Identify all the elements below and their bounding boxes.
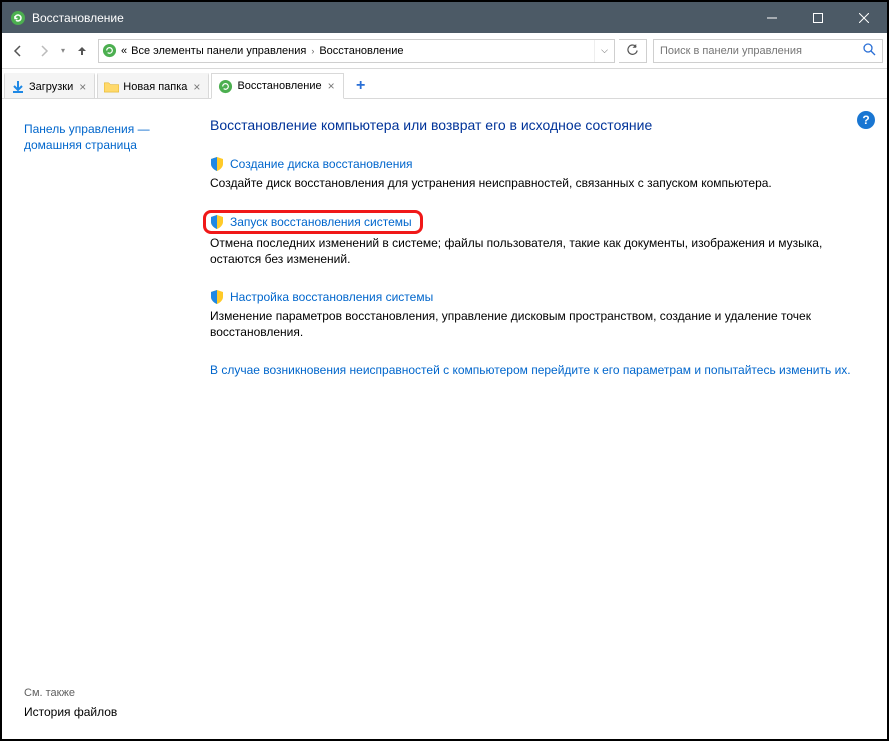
pc-settings-link[interactable]: В случае возникновения неисправностей с … — [210, 362, 859, 378]
tab-close-icon[interactable]: × — [326, 79, 337, 93]
address-dropdown[interactable]: ⌵ — [594, 40, 614, 62]
search-input[interactable] — [660, 45, 862, 57]
tab-label: Восстановление — [237, 80, 321, 92]
option-create-recovery-drive: Создание диска восстановления Создайте д… — [210, 157, 859, 191]
help-icon[interactable]: ? — [857, 111, 875, 129]
new-tab-button[interactable]: + — [346, 73, 376, 98]
option-description: Создайте диск восстановления для устране… — [210, 175, 859, 191]
option-configure-restore: Настройка восстановления системы Изменен… — [210, 290, 859, 340]
breadcrumb-prefix[interactable]: « — [119, 45, 129, 57]
configure-restore-link[interactable]: Настройка восстановления системы — [230, 290, 433, 304]
up-button[interactable] — [70, 39, 94, 63]
recovery-icon — [218, 79, 233, 94]
address-bar[interactable]: « Все элементы панели управления › Восст… — [98, 39, 615, 63]
shield-icon — [210, 290, 224, 304]
navbar: ▾ « Все элементы панели управления › Вос… — [2, 33, 887, 69]
tab-downloads[interactable]: Загрузки × — [4, 73, 95, 98]
close-button[interactable] — [841, 2, 887, 33]
download-icon — [11, 80, 25, 94]
option-system-restore: Запуск восстановления системы Отмена пос… — [210, 213, 859, 267]
recovery-icon — [10, 10, 26, 26]
option-description: Изменение параметров восстановления, упр… — [210, 308, 859, 340]
tab-label: Новая папка — [123, 81, 187, 93]
minimize-button[interactable] — [749, 2, 795, 33]
highlight-annotation: Запуск восстановления системы — [203, 210, 423, 234]
sidebar: Панель управления — домашняя страница См… — [2, 99, 200, 739]
file-history-link[interactable]: История файлов — [24, 705, 192, 719]
titlebar: Восстановление — [2, 2, 887, 33]
recent-dropdown[interactable]: ▾ — [58, 46, 68, 55]
maximize-button[interactable] — [795, 2, 841, 33]
refresh-button[interactable] — [619, 39, 647, 63]
create-recovery-drive-link[interactable]: Создание диска восстановления — [230, 157, 413, 171]
tab-close-icon[interactable]: × — [191, 80, 202, 94]
content-area: Панель управления — домашняя страница См… — [2, 99, 887, 739]
breadcrumb-seg-2[interactable]: Восстановление — [317, 45, 405, 57]
chevron-right-icon[interactable]: › — [308, 46, 317, 56]
back-button[interactable] — [6, 39, 30, 63]
tab-label: Загрузки — [29, 81, 73, 93]
system-restore-link[interactable]: Запуск восстановления системы — [230, 215, 412, 229]
window-controls — [749, 2, 887, 33]
search-icon[interactable] — [862, 42, 876, 59]
folder-icon — [104, 81, 119, 93]
option-description: Отмена последних изменений в системе; фа… — [210, 235, 859, 267]
address-icon — [99, 43, 119, 58]
main-panel: ? Восстановление компьютера или возврат … — [200, 99, 887, 739]
search-box[interactable] — [653, 39, 883, 63]
shield-icon — [210, 157, 224, 171]
see-also-label: См. также — [24, 687, 192, 699]
window-title: Восстановление — [32, 11, 749, 25]
tab-recovery[interactable]: Восстановление × — [211, 73, 343, 99]
page-title: Восстановление компьютера или возврат ег… — [210, 117, 859, 133]
tab-bar: Загрузки × Новая папка × Восстановление … — [2, 69, 887, 99]
breadcrumb-seg-1[interactable]: Все элементы панели управления — [129, 45, 308, 57]
forward-button[interactable] — [32, 39, 56, 63]
tab-newfolder[interactable]: Новая папка × — [97, 73, 209, 98]
control-panel-home-link[interactable]: Панель управления — домашняя страница — [24, 121, 192, 153]
tab-close-icon[interactable]: × — [77, 80, 88, 94]
shield-icon — [210, 215, 224, 229]
